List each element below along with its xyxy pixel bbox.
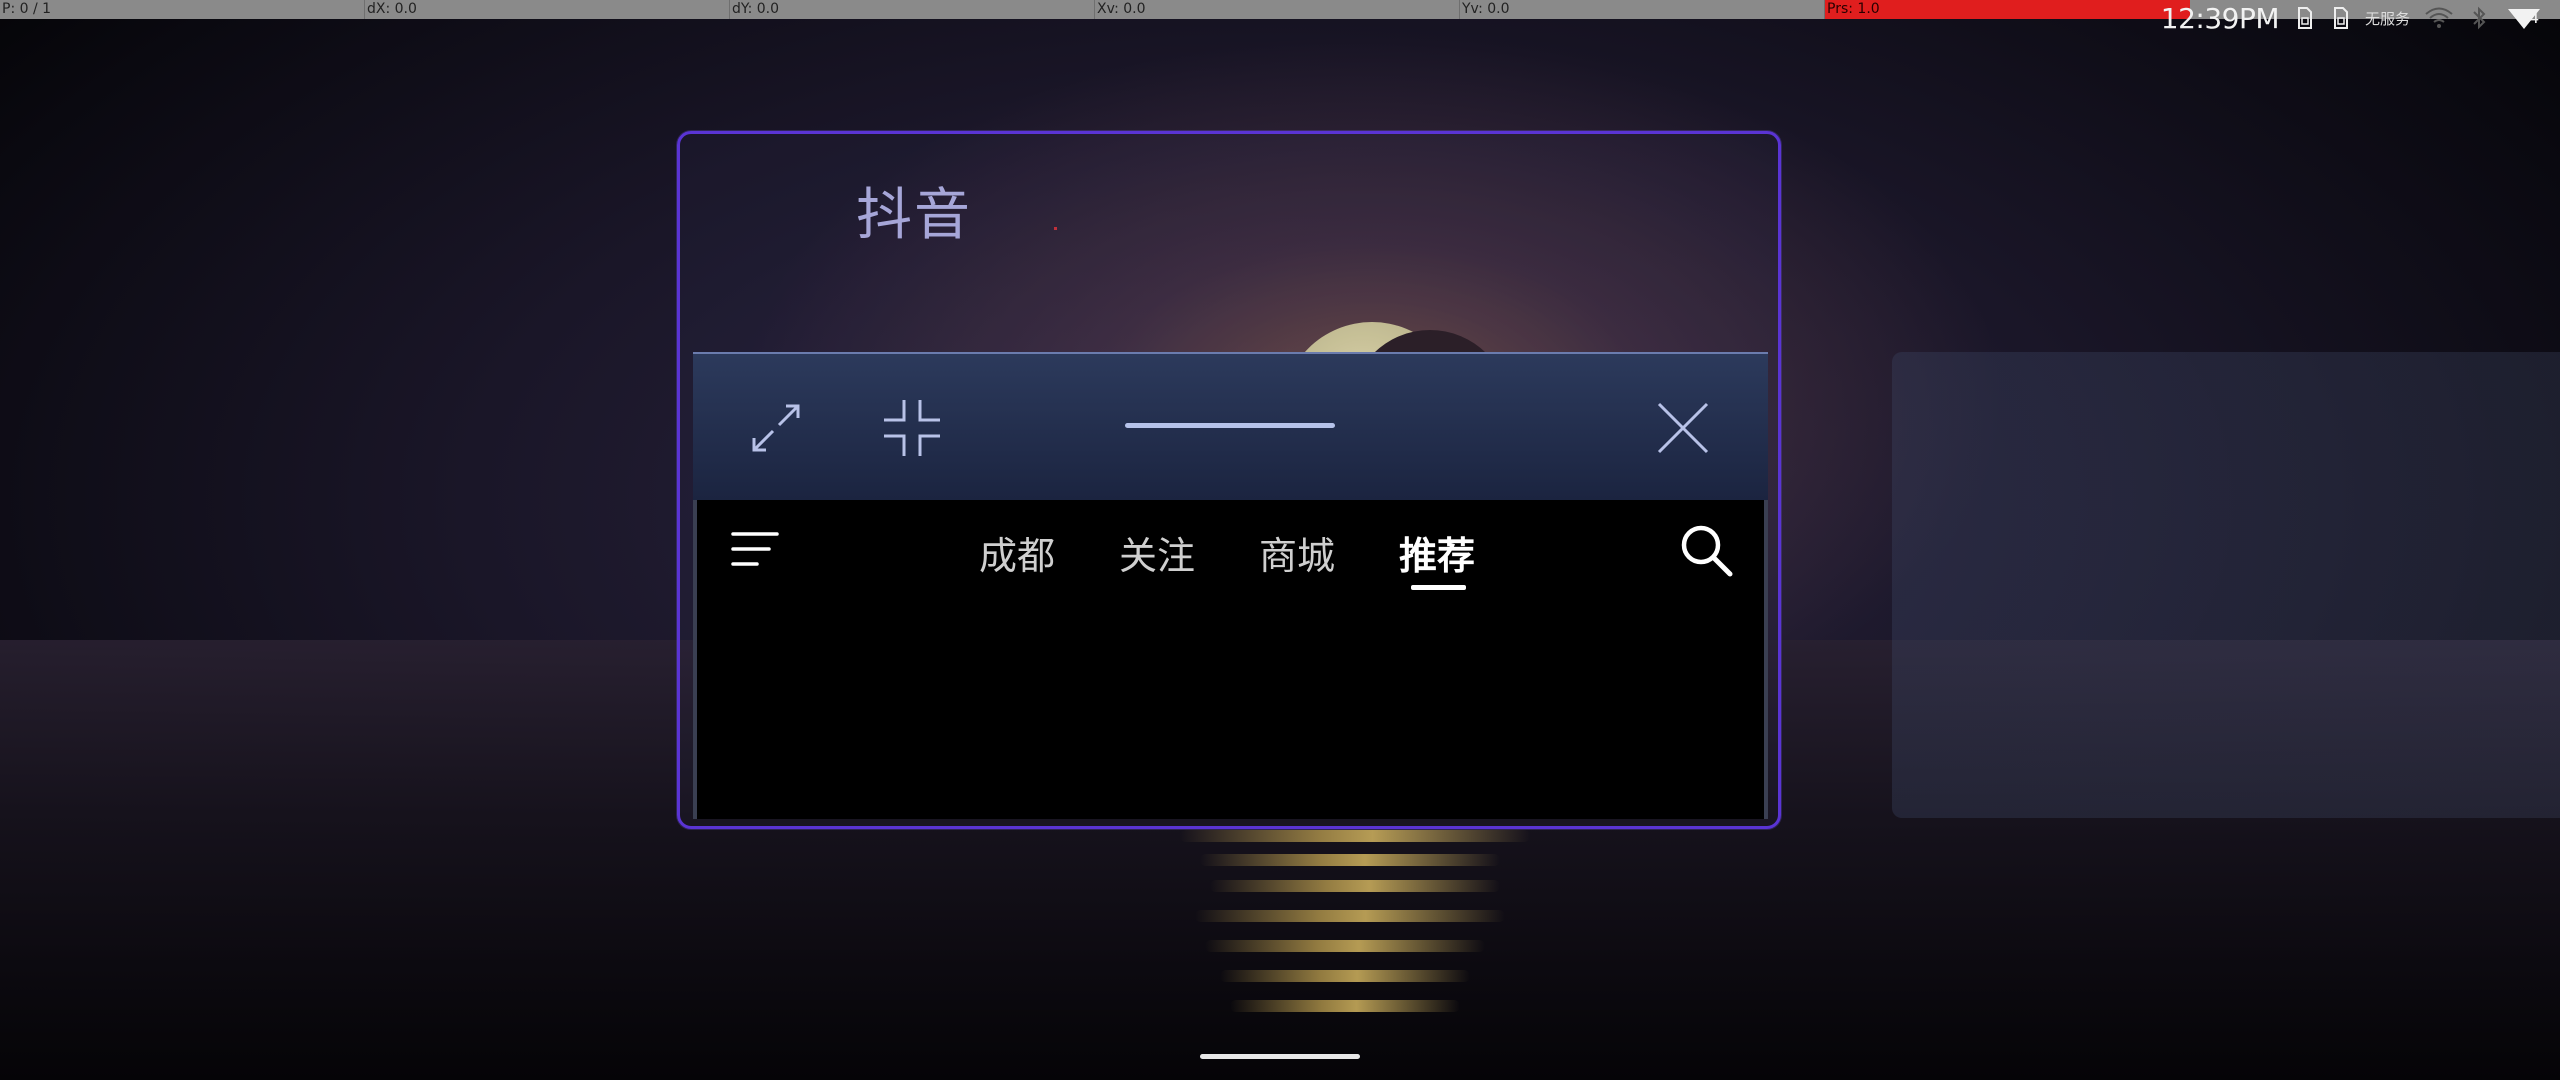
moon-reflection xyxy=(1220,970,1470,982)
sim-icon xyxy=(2329,5,2351,31)
clock: 12:39PM xyxy=(2160,1,2280,35)
recent-app-ghost-panel[interactable] xyxy=(1892,352,2560,818)
minimize-button[interactable] xyxy=(882,398,942,458)
tab-chengdu[interactable]: 成都 xyxy=(979,525,1055,580)
close-button[interactable] xyxy=(1653,398,1713,458)
pointer-dx: dX: 0.0 xyxy=(365,0,730,19)
bluetooth-icon xyxy=(2468,5,2490,31)
moon-reflection xyxy=(1210,880,1500,892)
search-button[interactable] xyxy=(1678,522,1734,578)
search-icon xyxy=(1681,525,1733,577)
pointer-yv: Yv: 0.0 xyxy=(1460,0,1825,19)
battery-icon: 4 xyxy=(2504,5,2544,31)
app-content[interactable] xyxy=(693,500,1768,819)
maximize-button[interactable] xyxy=(746,398,806,458)
floating-app-panel[interactable] xyxy=(693,352,1768,819)
pointer-pressure: Prs: 1.0 xyxy=(1825,0,2190,19)
home-screen: P: 0 / 1 dX: 0.0 dY: 0.0 Xv: 0.0 Yv: 0.0… xyxy=(0,0,2560,1080)
drag-handle[interactable] xyxy=(1125,423,1335,428)
moon-reflection xyxy=(1230,1000,1460,1012)
floating-window-header[interactable] xyxy=(693,352,1768,500)
menu-button[interactable] xyxy=(731,530,781,570)
floating-window-app-name: 抖音 xyxy=(856,183,972,248)
active-tab-indicator xyxy=(1411,585,1466,590)
pointer-xv: Xv: 0.0 xyxy=(1095,0,1460,19)
cursor-dot xyxy=(1054,227,1057,230)
moon-reflection xyxy=(1205,940,1485,952)
moon-reflection xyxy=(1180,830,1530,842)
pointer-count: P: 0 / 1 xyxy=(0,0,365,19)
tab-mall[interactable]: 商城 xyxy=(1259,525,1335,580)
moon-reflection xyxy=(1200,854,1500,866)
tab-recommended[interactable]: 推荐 xyxy=(1399,525,1475,580)
home-indicator[interactable] xyxy=(1200,1054,1360,1059)
system-status-bar: 12:39PM 无服务 4 xyxy=(2161,0,2544,36)
menu-icon xyxy=(731,532,779,566)
pointer-dy: dY: 0.0 xyxy=(730,0,1095,19)
minimize-icon xyxy=(884,400,940,456)
sim-icon xyxy=(2293,5,2315,31)
wifi-icon xyxy=(2424,5,2454,31)
tab-following[interactable]: 关注 xyxy=(1119,525,1195,580)
close-icon xyxy=(1657,402,1709,454)
moon-reflection xyxy=(1195,910,1505,922)
maximize-icon xyxy=(752,404,800,452)
battery-level: 4 xyxy=(2529,8,2540,27)
carrier-label: 无服务 xyxy=(2364,9,2410,28)
